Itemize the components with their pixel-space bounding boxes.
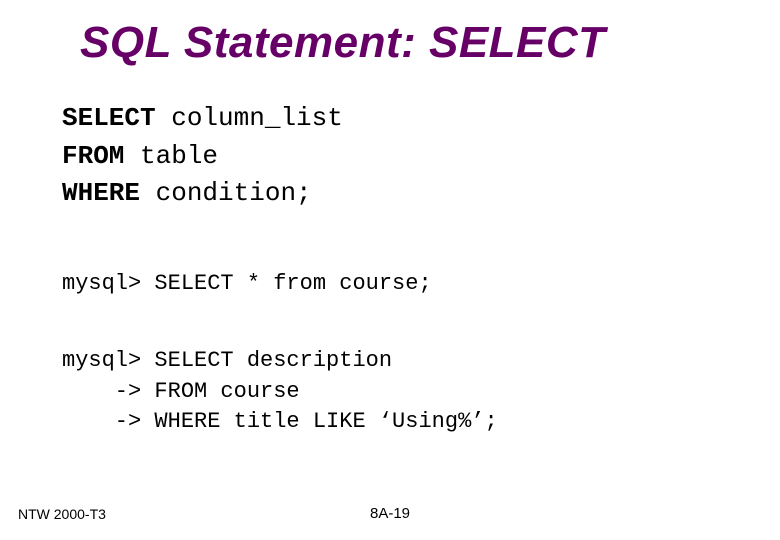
keyword-where: WHERE bbox=[62, 178, 140, 208]
example-2-line-1: mysql> SELECT description bbox=[62, 346, 740, 377]
keyword-select: SELECT bbox=[62, 103, 156, 133]
example-2-line-3: -> WHERE title LIKE ‘Using%’; bbox=[62, 407, 740, 438]
syntax-text: table bbox=[124, 141, 218, 171]
syntax-text: condition; bbox=[140, 178, 312, 208]
example-2-line-2: -> FROM course bbox=[62, 377, 740, 408]
slide-body: SELECT column_list FROM table WHERE cond… bbox=[62, 100, 740, 438]
footer-page-number: 8A-19 bbox=[0, 505, 780, 522]
syntax-line-1: SELECT column_list bbox=[62, 100, 740, 138]
slide-title: SQL Statement: SELECT bbox=[80, 18, 740, 68]
syntax-line-3: WHERE condition; bbox=[62, 175, 740, 213]
slide: SQL Statement: SELECT SELECT column_list… bbox=[0, 0, 780, 540]
syntax-text: column_list bbox=[156, 103, 343, 133]
syntax-line-2: FROM table bbox=[62, 138, 740, 176]
example-2: mysql> SELECT description -> FROM course… bbox=[62, 346, 740, 438]
keyword-from: FROM bbox=[62, 141, 124, 171]
example-1: mysql> SELECT * from course; bbox=[62, 269, 740, 300]
